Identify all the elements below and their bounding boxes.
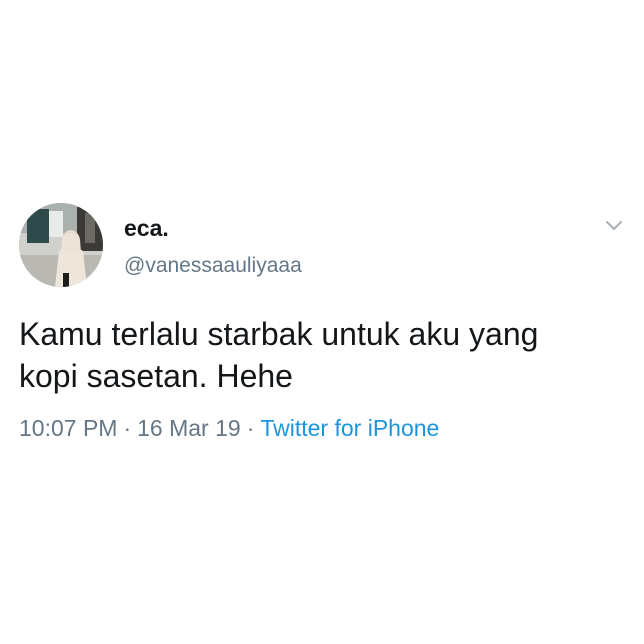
tweet-source-link[interactable]: Twitter for iPhone — [260, 415, 439, 441]
avatar[interactable] — [19, 203, 103, 287]
tweet-card: eca. @vanessaauliyaaa Kamu terlalu starb… — [0, 0, 644, 644]
meta-separator: · — [123, 415, 132, 441]
tweet-time[interactable]: 10:07 PM — [19, 415, 117, 441]
avatar-photo — [19, 203, 103, 287]
tweet-meta: 10:07 PM · 16 Mar 19 · Twitter for iPhone — [19, 413, 439, 443]
user-handle[interactable]: @vanessaauliyaaa — [124, 253, 302, 279]
meta-separator: · — [246, 415, 255, 441]
display-name[interactable]: eca. — [124, 214, 169, 242]
tweet-date[interactable]: 16 Mar 19 — [137, 415, 241, 441]
chevron-down-icon[interactable] — [604, 219, 624, 233]
tweet-text: Kamu terlalu starbak untuk aku yang kopi… — [19, 316, 539, 394]
